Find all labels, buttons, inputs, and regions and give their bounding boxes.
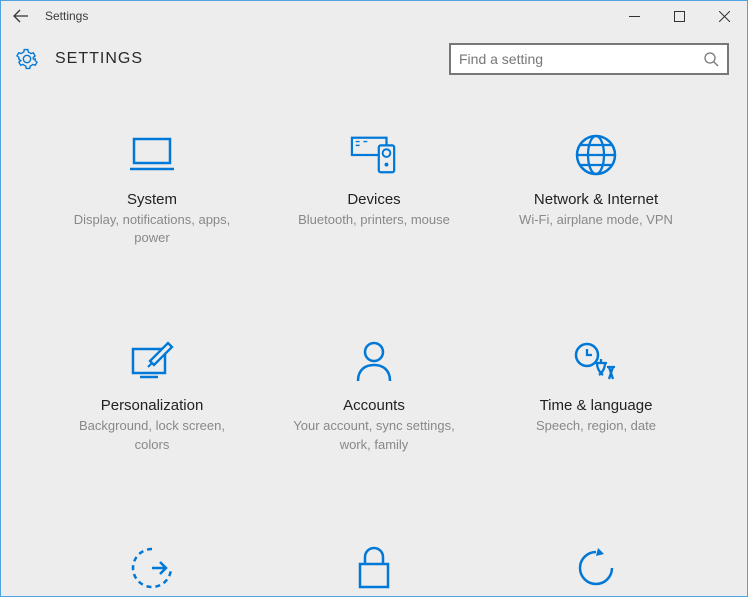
devices-icon bbox=[350, 131, 398, 179]
network-icon bbox=[572, 131, 620, 179]
close-button[interactable] bbox=[702, 1, 747, 31]
titlebar: Settings bbox=[1, 1, 747, 31]
time-language-icon bbox=[572, 337, 620, 385]
header: SETTINGS bbox=[1, 31, 747, 83]
tile-desc: Speech, region, date bbox=[536, 417, 656, 435]
system-icon bbox=[128, 131, 176, 179]
update-security-icon bbox=[572, 544, 620, 592]
tile-name: Accounts bbox=[343, 397, 405, 414]
accounts-icon bbox=[350, 337, 398, 385]
tile-privacy[interactable]: Privacy bbox=[263, 544, 485, 596]
tile-name: Personalization bbox=[101, 397, 204, 414]
settings-window: Settings SETTINGS bbox=[0, 0, 748, 597]
arrow-left-icon bbox=[13, 8, 29, 24]
tile-desc: Bluetooth, printers, mouse bbox=[298, 211, 450, 229]
ease-of-access-icon bbox=[128, 544, 176, 592]
minimize-icon bbox=[629, 11, 640, 22]
privacy-icon bbox=[350, 544, 398, 592]
window-controls bbox=[612, 1, 747, 31]
search-icon bbox=[703, 51, 719, 67]
tile-desc: Background, lock screen, colors bbox=[67, 417, 237, 453]
close-icon bbox=[719, 11, 730, 22]
tile-personalization[interactable]: Personalization Background, lock screen,… bbox=[41, 337, 263, 453]
tile-time-language[interactable]: Time & language Speech, region, date bbox=[485, 337, 707, 453]
maximize-icon bbox=[674, 11, 685, 22]
tile-devices[interactable]: Devices Bluetooth, printers, mouse bbox=[263, 131, 485, 247]
window-title: Settings bbox=[41, 9, 612, 23]
tile-name: Devices bbox=[347, 191, 400, 208]
search-box[interactable] bbox=[449, 43, 729, 75]
tile-accounts[interactable]: Accounts Your account, sync settings, wo… bbox=[263, 337, 485, 453]
tile-update-security[interactable]: Update & security bbox=[485, 544, 707, 596]
tile-desc: Display, notifications, apps, power bbox=[67, 211, 237, 247]
tile-name: Network & Internet bbox=[534, 191, 658, 208]
page-title: SETTINGS bbox=[55, 50, 435, 68]
tile-ease-of-access[interactable]: Ease of Access bbox=[41, 544, 263, 596]
content-area: System Display, notifications, apps, pow… bbox=[1, 83, 747, 596]
personalization-icon bbox=[128, 337, 176, 385]
tile-name: Time & language bbox=[540, 397, 653, 414]
tile-network[interactable]: Network & Internet Wi-Fi, airplane mode,… bbox=[485, 131, 707, 247]
back-button[interactable] bbox=[1, 1, 41, 31]
search-input[interactable] bbox=[459, 51, 703, 67]
tile-desc: Your account, sync settings, work, famil… bbox=[289, 417, 459, 453]
tile-desc: Wi-Fi, airplane mode, VPN bbox=[519, 211, 673, 229]
gear-icon bbox=[16, 48, 38, 70]
minimize-button[interactable] bbox=[612, 1, 657, 31]
settings-gear-icon bbox=[13, 45, 41, 73]
settings-grid: System Display, notifications, apps, pow… bbox=[1, 131, 747, 596]
tile-name: System bbox=[127, 191, 177, 208]
maximize-button[interactable] bbox=[657, 1, 702, 31]
tile-system[interactable]: System Display, notifications, apps, pow… bbox=[41, 131, 263, 247]
